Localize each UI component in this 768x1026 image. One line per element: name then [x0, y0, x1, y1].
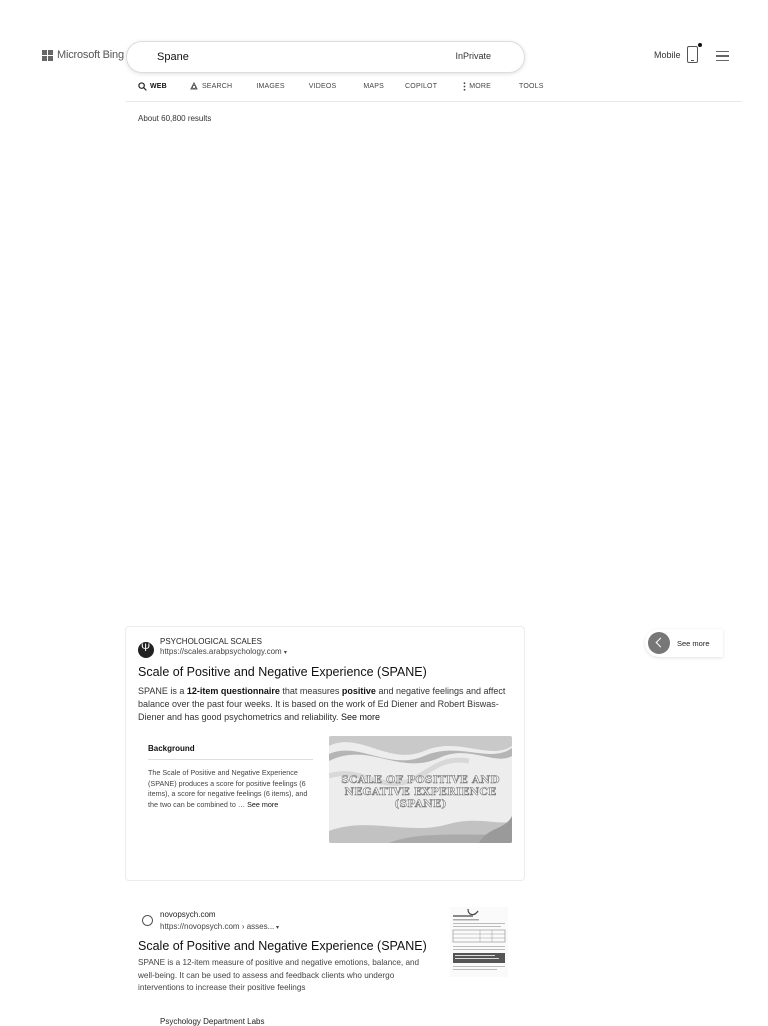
result-snippet: SPANE is a 12-item questionnaire that me…: [138, 686, 506, 722]
header-divider: [126, 101, 742, 102]
tab-web[interactable]: WEB: [138, 82, 167, 91]
copilot-search-icon: [190, 82, 198, 90]
search-box[interactable]: InPrivate: [126, 41, 525, 73]
spane-thumbnail-image[interactable]: SCALE OF POSITIVE AND NEGATIVE EXPERIENC…: [329, 736, 512, 843]
result-2-url[interactable]: https://novopsych.com › asses... ▾: [160, 922, 279, 931]
results-count: About 60,800 results: [138, 114, 212, 123]
background-title[interactable]: Background: [148, 744, 313, 760]
result-title-link[interactable]: Scale of Positive and Negative Experienc…: [138, 665, 427, 679]
hamburger-menu-icon[interactable]: [716, 51, 729, 64]
mobile-toggle[interactable]: Mobile: [654, 43, 702, 63]
search-input[interactable]: [157, 49, 427, 65]
tab-copilot-label: COPILOT: [405, 83, 438, 90]
tab-tools[interactable]: TOOLS: [519, 83, 544, 90]
see-more-link[interactable]: See more: [341, 712, 380, 722]
vertical-dots-icon: [463, 82, 466, 91]
see-more-button[interactable]: See more: [645, 629, 723, 657]
chevron-left-icon[interactable]: [648, 632, 670, 654]
result-url[interactable]: https://scales.arabpsychology.com ▾: [160, 647, 287, 656]
background-text: The Scale of Positive and Negative Exper…: [148, 768, 308, 809]
result-site-name[interactable]: PSYCHOLOGICAL SCALES: [160, 637, 262, 646]
chevron-down-icon[interactable]: ▾: [284, 650, 287, 656]
result-2-snippet: SPANE is a 12-item measure of positive a…: [138, 958, 420, 992]
result-2-thumbnail-image[interactable]: [450, 907, 508, 977]
tab-more-label: MORE: [469, 83, 491, 90]
background-section: Background The Scale of Positive and Neg…: [148, 744, 313, 810]
see-more-label: See more: [677, 638, 710, 648]
result-2-site-name[interactable]: novopsych.com: [160, 910, 216, 919]
result-card-1: PSYCHOLOGICAL SCALES https://scales.arab…: [125, 626, 525, 881]
tab-maps[interactable]: MAPS: [363, 83, 384, 90]
tab-videos-label: VIDEOS: [308, 83, 337, 90]
novopsych-site-icon: [142, 915, 153, 926]
thumbnail-text: SCALE OF POSITIVE AND NEGATIVE EXPERIENC…: [341, 774, 500, 811]
tab-videos[interactable]: VIDEOS: [309, 83, 337, 90]
bing-logo[interactable]: Microsoft Bing: [42, 49, 124, 61]
phone-icon: [686, 43, 702, 63]
background-see-more-link[interactable]: See more: [247, 800, 278, 809]
microsoft-logo-icon: [42, 49, 53, 61]
tab-search[interactable]: SEARCH: [189, 82, 232, 91]
tab-search-label: SEARCH: [201, 83, 233, 90]
search-icon: [138, 82, 147, 91]
notification-dot: [697, 43, 702, 47]
chevron-down-icon[interactable]: ▾: [274, 925, 279, 931]
tab-tools-label: TOOLS: [519, 83, 544, 90]
document-preview-icon: [450, 907, 508, 977]
psychology-site-icon: [138, 642, 154, 658]
search-nav-tabs: WEB SEARCH IMAGES VIDEOS MAPS COPILOT MO…: [138, 82, 544, 91]
brand-name: Microsoft Bing: [57, 49, 124, 61]
tab-more[interactable]: MORE: [463, 82, 491, 91]
result-2-title-link[interactable]: Scale of Positive and Negative Experienc…: [138, 939, 427, 953]
mobile-label: Mobile: [654, 49, 681, 60]
tab-images-label: IMAGES: [256, 83, 285, 90]
result-3-site-name[interactable]: Psychology Department Labs: [160, 1017, 265, 1026]
tab-copilot[interactable]: COPILOT: [405, 83, 437, 90]
tab-images[interactable]: IMAGES: [256, 83, 284, 90]
tab-web-label: WEB: [150, 83, 167, 90]
tab-maps-label: MAPS: [363, 83, 385, 90]
inprivate-badge[interactable]: InPrivate: [455, 51, 491, 61]
